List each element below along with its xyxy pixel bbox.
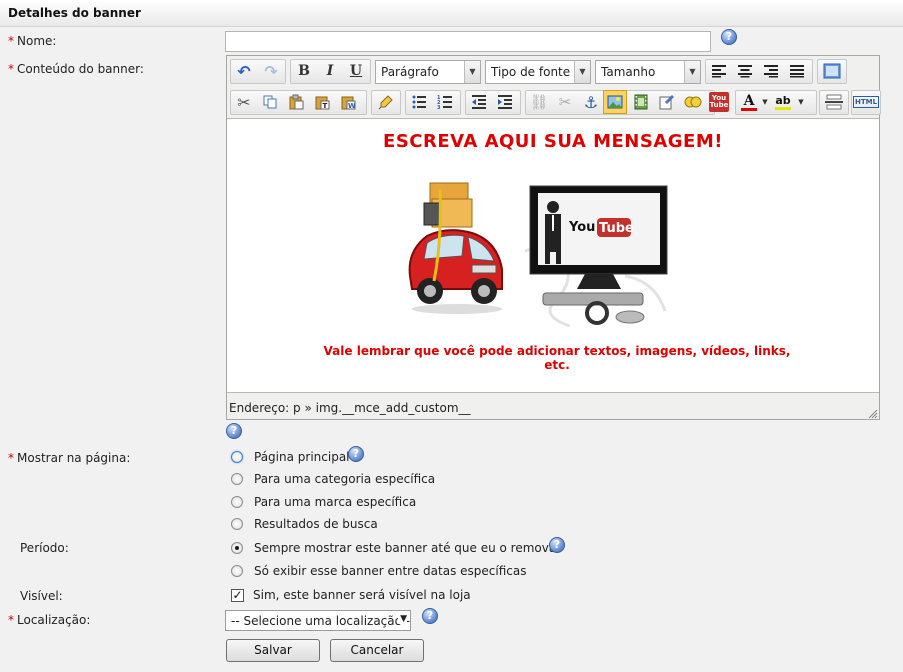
rich-text-editor: ↶ ↷ B I U Parágrafo ▼ Tipo de fonte ▼ Tama…	[226, 55, 881, 420]
section-title: Detalhes do banner	[8, 6, 141, 20]
editor-content-area[interactable]: ESCREVA AQUI SUA MENSAGEM! You Tube Vale…	[227, 118, 879, 393]
link-icon[interactable]: ⛓	[527, 90, 551, 114]
svg-text:3: 3	[437, 105, 441, 110]
outdent-icon[interactable]	[467, 90, 491, 114]
paste-icon[interactable]	[284, 90, 308, 114]
svg-text:W: W	[348, 102, 356, 110]
visible-checkbox-row[interactable]: ✓ Sim, este banner será visível na loja	[231, 586, 471, 604]
image-icon[interactable]	[603, 90, 627, 114]
highlight-color-icon[interactable]: ab	[771, 90, 795, 114]
format-select[interactable]: Parágrafo ▼	[375, 60, 481, 84]
bullet-list-icon[interactable]	[407, 90, 431, 114]
paste-word-icon[interactable]: W	[336, 90, 360, 114]
font-family-select[interactable]: Tipo de fonte ▼	[485, 60, 591, 84]
indent-icon[interactable]	[493, 90, 517, 114]
visible-label: Visível:	[20, 589, 63, 603]
bold-icon[interactable]: B	[292, 59, 316, 83]
content-label: * Conteúdo do banner:	[8, 62, 144, 76]
radio-option-search[interactable]: Resultados de busca	[231, 515, 378, 533]
undo-icon[interactable]: ↶	[232, 59, 256, 83]
radio-option-category[interactable]: Para uma categoria específica	[231, 470, 435, 488]
location-label: * Localização:	[8, 613, 91, 627]
toolbar-row-1: ↶ ↷ B I U Parágrafo ▼ Tipo de fonte ▼ Tama…	[229, 57, 879, 85]
help-icon[interactable]: ?	[348, 446, 364, 462]
copy-icon[interactable]	[258, 90, 282, 114]
html-source-icon[interactable]: HTML	[852, 90, 880, 114]
chevron-down-icon[interactable]: ▼	[759, 90, 771, 114]
horizontal-rule-icon[interactable]	[822, 90, 846, 114]
radio-button[interactable]	[231, 518, 243, 530]
align-center-icon[interactable]	[733, 59, 757, 83]
radio-button[interactable]	[231, 451, 243, 463]
redo-icon[interactable]: ↷	[259, 59, 283, 83]
media-icon[interactable]	[629, 90, 653, 114]
clean-format-icon[interactable]	[374, 90, 398, 114]
help-icon[interactable]: ?	[422, 608, 438, 624]
font-color-icon[interactable]: A	[737, 90, 761, 114]
radio-option-always[interactable]: Sempre mostrar este banner até que eu o …	[231, 539, 556, 557]
banner-subtitle: Vale lembrar que você pode adicionar tex…	[323, 344, 791, 372]
radio-button[interactable]	[231, 565, 243, 577]
radio-button[interactable]	[231, 496, 243, 508]
align-justify-icon[interactable]	[785, 59, 809, 83]
help-icon[interactable]: ?	[226, 423, 242, 439]
underline-icon[interactable]: U	[344, 59, 368, 83]
show-on-page-label: * Mostrar na página:	[8, 451, 131, 465]
unlink-icon[interactable]: ✂	[553, 90, 577, 114]
emoticon-icon[interactable]	[681, 90, 705, 114]
numbered-list-icon[interactable]: 123	[433, 90, 457, 114]
name-input[interactable]	[225, 31, 711, 52]
radio-option-brand[interactable]: Para uma marca específica	[231, 493, 416, 511]
help-icon[interactable]: ?	[721, 29, 737, 45]
chevron-down-icon[interactable]: ▼	[795, 90, 807, 114]
anchor-icon[interactable]: ⚓	[579, 90, 603, 114]
cut-icon[interactable]: ✂	[232, 90, 256, 114]
section-header: Detalhes do banner	[0, 0, 903, 27]
font-size-select[interactable]: Tamanho ▼	[595, 60, 701, 84]
paste-text-icon[interactable]: T	[310, 90, 334, 114]
toolbar-row-2: ✂ T W 123 ⛓ ✂ ⚓ You Tube A ▼ ab ▼ HTML	[229, 88, 881, 116]
help-icon[interactable]: ?	[549, 537, 565, 553]
monitor-image[interactable]: You Tube	[524, 181, 673, 331]
youtube-logo-tube: Tube	[599, 221, 634, 236]
svg-text:T: T	[323, 102, 328, 110]
cancel-button[interactable]: Cancelar	[330, 639, 424, 662]
chevron-down-icon: ▼	[684, 61, 700, 83]
youtube-logo-you: You	[568, 220, 595, 235]
save-button[interactable]: Salvar	[226, 639, 320, 662]
radio-button[interactable]	[231, 542, 243, 554]
editor-path-statusbar: Endereço: p » img.__mce_add_custom__	[229, 401, 471, 415]
radio-button[interactable]	[231, 473, 243, 485]
fullscreen-icon[interactable]	[820, 59, 844, 83]
radio-option-dates[interactable]: Só exibir esse banner entre datas especí…	[231, 562, 526, 580]
banner-title: ESCREVA AQUI SUA MENSAGEM!	[383, 131, 723, 152]
youtube-icon[interactable]: You Tube	[707, 90, 731, 114]
radio-option-home[interactable]: Página principal	[231, 448, 350, 466]
edit-icon[interactable]	[655, 90, 679, 114]
align-left-icon[interactable]	[707, 59, 731, 83]
location-select[interactable]: -- Selecione uma localização -- ▼	[225, 610, 411, 631]
car-image[interactable]	[402, 181, 507, 316]
period-label: Período:	[20, 541, 69, 555]
resize-handle-icon[interactable]	[868, 408, 878, 419]
chevron-down-icon: ▼	[574, 61, 590, 83]
italic-icon[interactable]: I	[318, 59, 342, 83]
chevron-down-icon: ▼	[398, 614, 407, 624]
align-right-icon[interactable]	[759, 59, 783, 83]
name-label: * Nome:	[8, 34, 57, 48]
chevron-down-icon: ▼	[464, 61, 480, 83]
visible-checkbox[interactable]: ✓	[231, 588, 244, 602]
